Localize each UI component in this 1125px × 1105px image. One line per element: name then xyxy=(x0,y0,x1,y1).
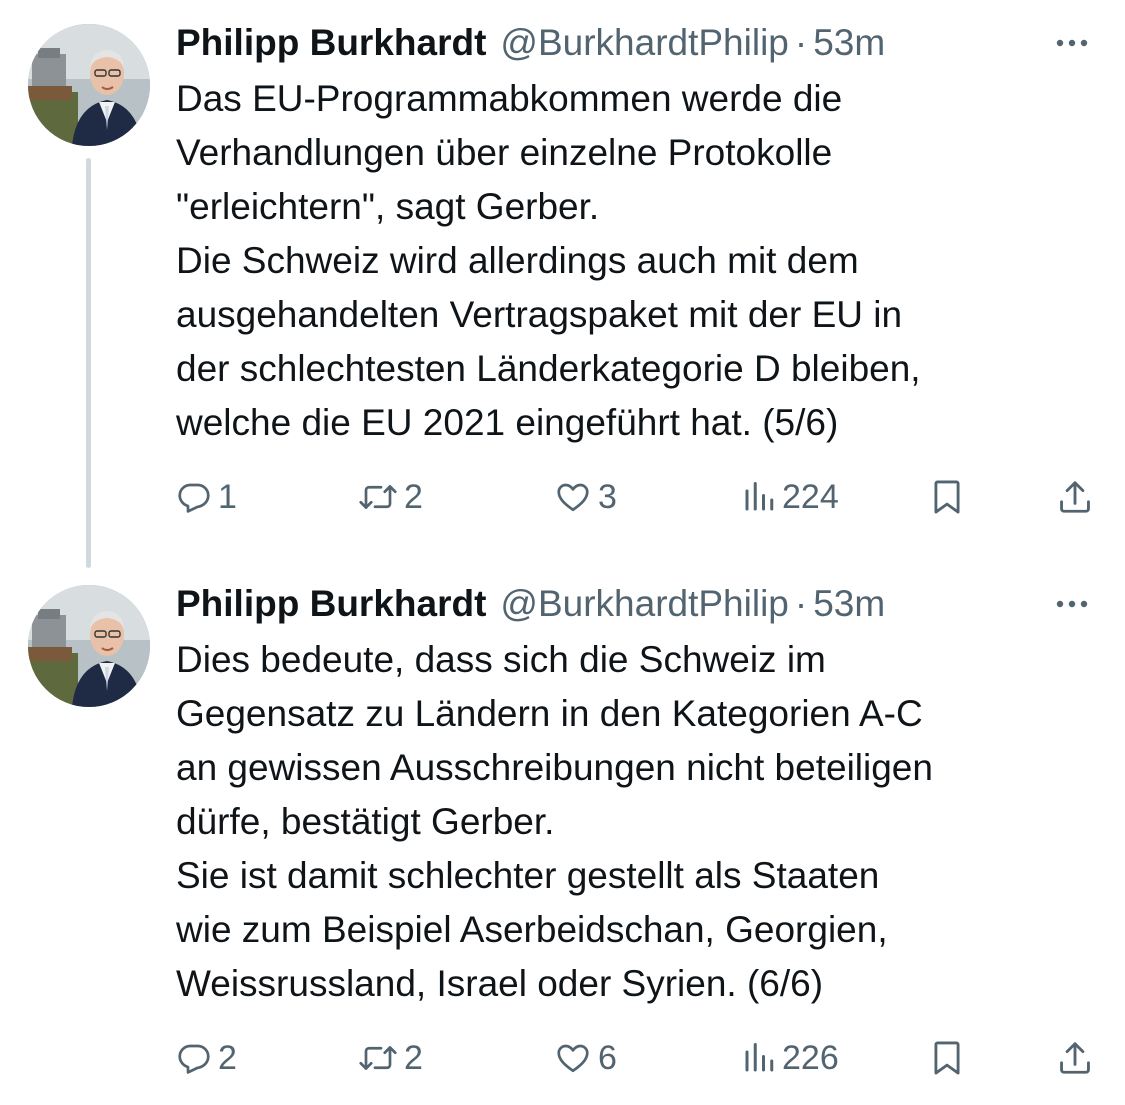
reply-count: 2 xyxy=(218,1038,237,1077)
avatar[interactable] xyxy=(28,24,150,146)
avatar-photo-icon xyxy=(28,24,150,146)
tweet-text: Dies bedeute, dass sich die Schweiz im G… xyxy=(176,633,1091,1011)
tweet-text-line: Die Schweiz wird allerdings auch mit dem xyxy=(176,240,859,281)
more-options-button[interactable] xyxy=(1046,18,1098,68)
more-horizontal-icon xyxy=(1056,39,1088,47)
views-button[interactable]: 224 xyxy=(742,472,839,522)
more-options-button[interactable] xyxy=(1046,579,1098,629)
tweet-text-line: Das EU-Programmabkommen werde die xyxy=(176,78,843,119)
like-count: 6 xyxy=(598,1038,617,1077)
reply-button[interactable]: 1 xyxy=(176,472,237,522)
views-count: 226 xyxy=(782,1038,839,1077)
timestamp[interactable]: 53m xyxy=(813,583,885,624)
views-chart-icon xyxy=(745,1043,774,1072)
author-name[interactable]: Philipp Burkhardt xyxy=(176,22,486,63)
tweet-text-line: Sie ist damit schlechter gestellt als St… xyxy=(176,855,880,896)
tweet-text-line: Dies bedeute, dass sich die Schweiz im xyxy=(176,639,826,680)
tweet[interactable]: Philipp Burkhardt @BurkhardtPhilip · 53m Di… xyxy=(0,561,1125,1105)
heart-icon xyxy=(557,1044,589,1073)
author-name[interactable]: Philipp Burkhardt xyxy=(176,583,486,624)
tweet-text-line: dürfe, bestätigt Gerber. xyxy=(176,801,555,842)
tweet-text: Das EU-Programmabkommen werde die Verhan… xyxy=(176,72,1091,450)
share-button[interactable] xyxy=(1056,1033,1094,1083)
like-button[interactable]: 6 xyxy=(554,1033,617,1083)
views-button[interactable]: 226 xyxy=(742,1033,839,1083)
reply-icon xyxy=(178,483,210,513)
like-button[interactable]: 3 xyxy=(554,472,617,522)
repost-count: 2 xyxy=(404,1038,423,1077)
views-count: 224 xyxy=(782,477,839,516)
avatar-photo-icon xyxy=(28,585,150,707)
action-bar: 1 2 3 224 xyxy=(0,472,1125,522)
share-icon xyxy=(1060,1042,1090,1074)
tweet[interactable]: Philipp Burkhardt @BurkhardtPhilip · 53m Da… xyxy=(0,0,1125,560)
bookmark-icon xyxy=(934,480,960,514)
share-button[interactable] xyxy=(1056,472,1094,522)
tweet-text-line: wie zum Beispiel Aserbeidschan, Georgien… xyxy=(176,909,888,950)
tweet-text-line: der schlechtesten Länderkategorie D blei… xyxy=(176,348,921,389)
like-count: 3 xyxy=(598,477,617,516)
author-handle[interactable]: @BurkhardtPhilip xyxy=(500,583,788,624)
tweet-text-line: Gegensatz zu Ländern in den Kategorien A… xyxy=(176,693,923,734)
views-chart-icon xyxy=(745,482,774,511)
avatar[interactable] xyxy=(28,585,150,707)
repost-icon xyxy=(359,1046,397,1070)
tweet-text-line: an gewissen Ausschreibungen nicht beteil… xyxy=(176,747,933,788)
reply-button[interactable]: 2 xyxy=(176,1033,237,1083)
repost-button[interactable]: 2 xyxy=(358,472,423,522)
repost-count: 2 xyxy=(404,477,423,516)
tweet-text-line: Verhandlungen über einzelne Protokolle xyxy=(176,132,833,173)
action-bar: 2 2 6 226 xyxy=(0,1033,1125,1083)
bookmark-icon xyxy=(934,1041,960,1075)
timestamp[interactable]: 53m xyxy=(813,22,885,63)
bookmark-button[interactable] xyxy=(930,1033,964,1083)
header-separator: · xyxy=(794,22,808,63)
tweet-text-line: Weissrussland, Israel oder Syrien. (6/6) xyxy=(176,963,824,1004)
reply-count: 1 xyxy=(218,477,237,516)
bookmark-button[interactable] xyxy=(930,472,964,522)
tweet-header: Philipp Burkhardt @BurkhardtPhilip · 53m xyxy=(176,579,885,629)
tweet-text-line: ausgehandelten Vertragspaket mit der EU … xyxy=(176,294,903,335)
share-icon xyxy=(1060,481,1090,513)
tweet-text-line: "erleichtern", sagt Gerber. xyxy=(176,186,600,227)
tweet-header: Philipp Burkhardt @BurkhardtPhilip · 53m xyxy=(176,18,885,68)
more-horizontal-icon xyxy=(1056,600,1088,608)
author-handle[interactable]: @BurkhardtPhilip xyxy=(500,22,788,63)
heart-icon xyxy=(557,483,589,512)
repost-icon xyxy=(359,485,397,509)
tweet-text-line: welche die EU 2021 eingeführt hat. (5/6) xyxy=(176,402,839,443)
reply-icon xyxy=(178,1044,210,1074)
header-separator: · xyxy=(794,583,808,624)
repost-button[interactable]: 2 xyxy=(358,1033,423,1083)
